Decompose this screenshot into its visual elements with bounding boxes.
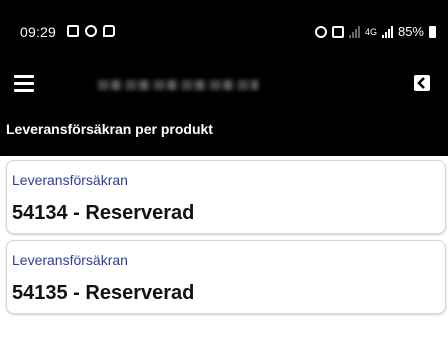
- item-value: 54134 - Reserverad: [12, 202, 195, 224]
- signal-icon: [348, 26, 360, 38]
- status-indicators: 4G 85%: [314, 24, 436, 40]
- page-title: Leveransförsäkran per produkt: [6, 121, 213, 137]
- app-toolbar: [0, 52, 448, 116]
- item-label: Leveransförsäkran: [12, 252, 128, 268]
- status-bar: 09:29 4G 85%: [0, 0, 448, 52]
- signal-strength-icon: [381, 26, 393, 38]
- list-item[interactable]: Leveransförsäkran 54134 - Reserverad: [6, 160, 446, 234]
- notification-icons: [67, 25, 115, 37]
- vibrate-icon: [331, 26, 344, 38]
- battery-icon: [429, 26, 436, 38]
- item-value: 54135 - Reserverad: [12, 282, 195, 304]
- battery-percent: 85%: [397, 24, 424, 39]
- message-icon: [103, 25, 115, 37]
- list-item[interactable]: Leveransförsäkran 54135 - Reserverad: [6, 240, 446, 314]
- gallery-icon: [67, 25, 79, 37]
- back-arrow-icon[interactable]: [414, 75, 430, 91]
- hamburger-menu-icon[interactable]: [12, 72, 40, 94]
- item-label: Leveransförsäkran: [12, 172, 128, 188]
- status-time: 09:29: [20, 24, 57, 40]
- sync-icon: [85, 25, 97, 37]
- alarm-icon: [314, 26, 327, 38]
- network-type: 4G: [364, 27, 377, 37]
- app-title-redacted: [98, 80, 258, 90]
